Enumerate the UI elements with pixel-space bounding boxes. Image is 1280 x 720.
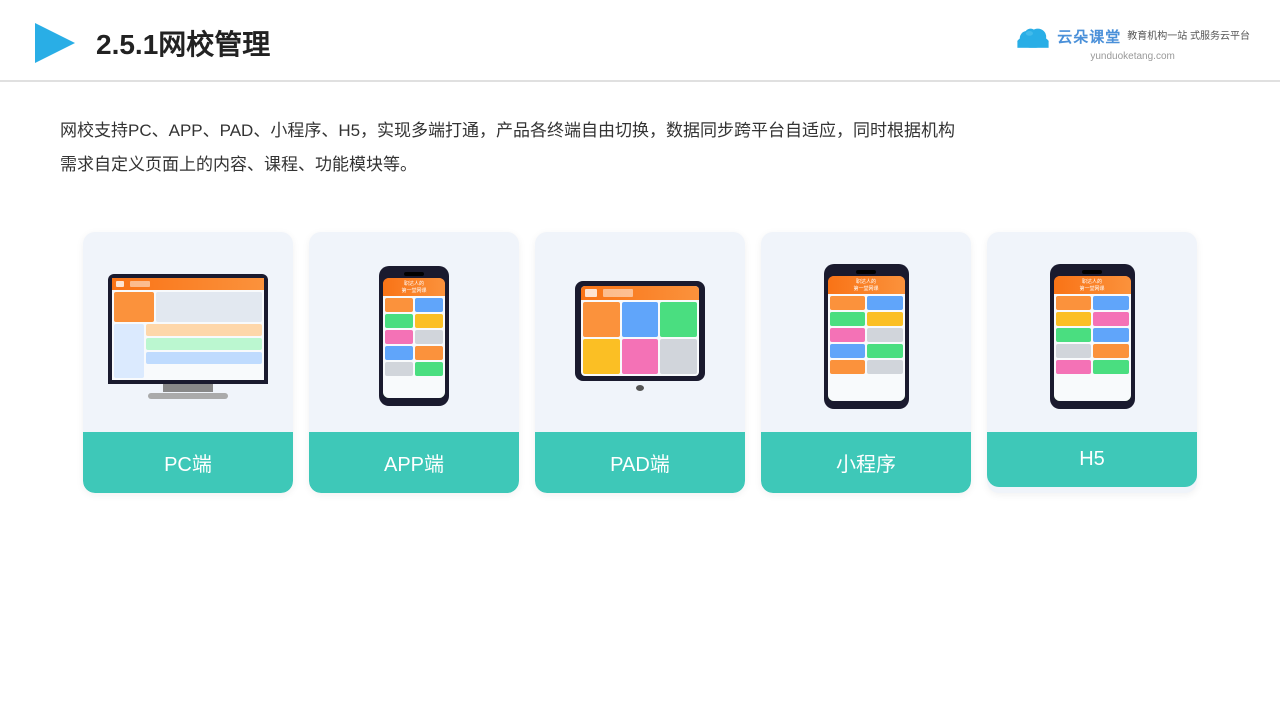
phone-outer-miniapp: 职达人的第一堂网课 — [824, 264, 909, 409]
tablet-body — [581, 300, 699, 376]
phone-screen-bar-h5: 职达人的第一堂网课 — [1054, 276, 1131, 294]
tablet-bar — [581, 286, 699, 300]
logo-brand: 云朵课堂 — [1057, 26, 1121, 47]
phone-notch-miniapp — [856, 270, 876, 274]
card-label-app: APP端 — [309, 432, 519, 493]
app-image-area: 职达人的第一堂网课 — [309, 232, 519, 432]
phone-notch-app — [404, 272, 424, 276]
phone-outer-app: 职达人的第一堂网课 — [379, 266, 449, 406]
pc-stand — [163, 384, 213, 392]
phone-screen-body-app — [383, 296, 445, 398]
logo-cloud: 云朵课堂 教育机构一站 式服务云平台 — [1015, 25, 1250, 49]
logo-area: 云朵课堂 教育机构一站 式服务云平台 yunduoketang.com — [1015, 25, 1250, 62]
phone-screen-bar-app: 职达人的第一堂网课 — [383, 278, 445, 296]
card-h5: 职达人的第一堂网课 — [987, 232, 1197, 493]
pc-mockup — [108, 274, 268, 399]
logo-tagline: 教育机构一站 式服务云平台 — [1127, 30, 1250, 43]
card-label-miniapp: 小程序 — [761, 432, 971, 493]
phone-notch-h5 — [1082, 270, 1102, 274]
pc-image-area — [83, 232, 293, 432]
phone-mockup-app: 职达人的第一堂网课 — [379, 266, 449, 406]
pad-image-area — [535, 232, 745, 432]
logo-url: yunduoketang.com — [1090, 51, 1175, 62]
description: 网校支持PC、APP、PAD、小程序、H5，实现多端打通，产品各终端自由切换，数… — [0, 82, 1280, 202]
phone-screen-h5: 职达人的第一堂网课 — [1054, 276, 1131, 401]
phone-mockup-h5: 职达人的第一堂网课 — [1050, 264, 1135, 409]
card-miniapp: 职达人的第一堂网课 — [761, 232, 971, 493]
card-pad: PAD端 — [535, 232, 745, 493]
h5-image-area: 职达人的第一堂网课 — [987, 232, 1197, 432]
phone-screen-miniapp: 职达人的第一堂网课 — [828, 276, 905, 401]
miniapp-image-area: 职达人的第一堂网课 — [761, 232, 971, 432]
phone-screen-body-miniapp — [828, 294, 905, 401]
pc-screen-bar — [112, 278, 264, 290]
tablet-camera — [636, 385, 644, 391]
tablet-screen — [581, 286, 699, 376]
pc-base — [148, 393, 228, 399]
page-title: 2.5.1网校管理 — [96, 23, 270, 63]
card-label-pad: PAD端 — [535, 432, 745, 493]
header-left: 2.5.1网校管理 — [30, 18, 270, 68]
cards-container: PC端 职达人的第一堂网课 — [0, 212, 1280, 513]
phone-screen-app: 职达人的第一堂网课 — [383, 278, 445, 398]
card-app: 职达人的第一堂网课 — [309, 232, 519, 493]
card-pc: PC端 — [83, 232, 293, 493]
pc-screen-content — [112, 278, 264, 380]
description-text: 网校支持PC、APP、PAD、小程序、H5，实现多端打通，产品各终端自由切换，数… — [60, 114, 1220, 182]
cloud-icon — [1015, 25, 1051, 49]
card-label-pc: PC端 — [83, 432, 293, 493]
phone-screen-body-h5 — [1054, 294, 1131, 401]
phone-screen-bar-miniapp: 职达人的第一堂网课 — [828, 276, 905, 294]
card-label-h5: H5 — [987, 432, 1197, 487]
header: 2.5.1网校管理 云朵课堂 教育机构一站 式服务云平台 yunduoketan… — [0, 0, 1280, 82]
tablet-mockup — [575, 281, 705, 391]
phone-mockup-miniapp: 职达人的第一堂网课 — [824, 264, 909, 409]
pc-screen-outer — [108, 274, 268, 384]
phone-outer-h5: 职达人的第一堂网课 — [1050, 264, 1135, 409]
tablet-outer — [575, 281, 705, 381]
play-icon — [30, 18, 80, 68]
